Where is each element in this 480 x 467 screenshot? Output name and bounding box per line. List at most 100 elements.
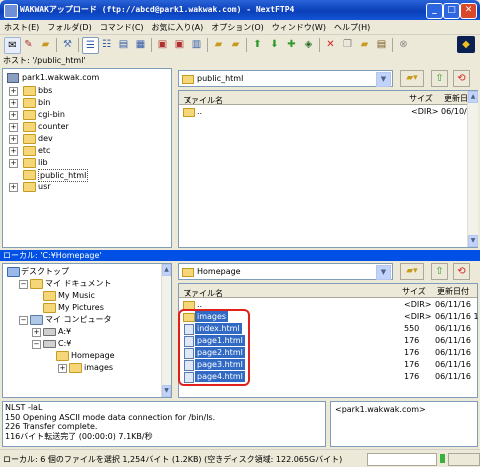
host-path-combo[interactable]: public_html ▼ (178, 70, 393, 87)
tree-item-counter[interactable]: + counter (7, 121, 157, 132)
menu-command[interactable]: コマンド(C) (96, 20, 148, 33)
up-arrow-icon[interactable]: ⬆ (250, 37, 265, 52)
column-date[interactable]: 更新日付 (437, 286, 469, 297)
folder-menu-button[interactable]: ▰▾ (400, 70, 424, 87)
settings-icon[interactable]: ⚒ (60, 37, 75, 52)
scrollbar[interactable]: ▲ ▼ (467, 91, 478, 247)
tree-item-dev[interactable]: + dev (7, 133, 157, 144)
folder-icon (43, 291, 56, 301)
tree-item-label: Homepage (71, 351, 115, 360)
sort-icon[interactable]: ▰ (211, 37, 226, 52)
expand-icon[interactable]: + (32, 328, 41, 337)
tree-item-A:¥[interactable]: + A:¥ (3, 326, 159, 337)
tree-item-images[interactable]: + images (3, 362, 159, 373)
file-size: <DIR> (411, 107, 439, 116)
tree-item-My Music[interactable]: My Music (3, 290, 159, 301)
tree-root-host[interactable]: park1.wakwak.com (7, 72, 99, 83)
expand-icon[interactable]: − (19, 280, 28, 289)
menu-options[interactable]: オプション(O) (207, 20, 268, 33)
scroll-up-icon[interactable]: ▲ (468, 91, 478, 103)
tree-item-etc[interactable]: + etc (7, 145, 157, 156)
download-icon[interactable]: ▣ (172, 37, 187, 52)
expand-icon[interactable]: + (9, 183, 18, 192)
view-icon[interactable]: ▤ (116, 37, 131, 52)
progress-field (367, 453, 437, 466)
close-button[interactable]: ✕ (460, 3, 477, 19)
file-size: 176 (404, 372, 420, 381)
connect-icon[interactable]: ✉ (4, 37, 21, 54)
refresh-icon[interactable]: ▥ (189, 37, 204, 52)
file-size: <DIR> (404, 300, 432, 309)
expand-icon[interactable]: − (32, 340, 41, 349)
file-row[interactable]: .. <DIR> 06/10/0 (179, 106, 472, 118)
expand-icon[interactable]: + (9, 147, 18, 156)
local-path-combo[interactable]: Homepage ▼ (178, 263, 393, 280)
list-icon[interactable]: ☰ (82, 37, 99, 54)
down-arrow-icon[interactable]: ⬇ (267, 37, 282, 52)
tree-item-bin[interactable]: + bin (7, 97, 157, 108)
sync-icon[interactable]: ◈ (301, 37, 316, 52)
reload-button[interactable]: ⟲ (453, 70, 470, 87)
rename-icon[interactable]: ▤ (374, 37, 389, 52)
column-size[interactable]: サイズ (409, 93, 433, 104)
chevron-down-icon[interactable]: ▼ (376, 72, 391, 87)
menu-host[interactable]: ホスト(E) (0, 20, 43, 33)
open-folder-icon[interactable]: ▰ (38, 37, 53, 52)
folder-menu-button[interactable]: ▰▾ (400, 263, 424, 280)
folder-icon (23, 86, 36, 96)
menu-window[interactable]: ウィンドウ(W) (268, 20, 330, 33)
tree-item-label: C:¥ (58, 339, 72, 348)
scroll-down-icon[interactable]: ▼ (468, 235, 478, 247)
up-folder-button[interactable]: ⇧ (431, 263, 448, 280)
add-icon[interactable]: ✚ (284, 37, 299, 52)
tree-item-label: My Music (58, 291, 95, 300)
upload-icon[interactable]: ▣ (155, 37, 170, 52)
menu-folder[interactable]: フォルダ(D) (43, 20, 95, 33)
expand-icon[interactable]: + (58, 364, 67, 373)
tree-item-C:¥[interactable]: − C:¥ (3, 338, 159, 349)
chevron-down-icon[interactable]: ▼ (376, 265, 391, 280)
maximize-button[interactable]: □ (443, 3, 460, 19)
stop-icon[interactable]: ⊗ (396, 37, 411, 52)
host-info-text: <park1.wakwak.com> (335, 405, 426, 414)
grid-icon[interactable]: ▦ (133, 37, 148, 52)
tree-item-My Pictures[interactable]: My Pictures (3, 302, 159, 313)
tree-item-lib[interactable]: + lib (7, 157, 157, 168)
status-bar: ローカル: 6 個のファイルを選択 1,254バイト (1.2KB) (空きディ… (0, 449, 480, 467)
tree-item-マイ コンピュータ[interactable]: − マイ コンピュータ (3, 314, 159, 325)
menu-bar: ホスト(E) フォルダ(D) コマンド(C) お気に入り(A) オプション(O) ウィンド… (0, 20, 480, 35)
column-size[interactable]: サイズ (402, 286, 426, 297)
tree-item-bbs[interactable]: + bbs (7, 85, 157, 96)
tree-item-label: bbs (38, 86, 53, 95)
folder-icon (23, 122, 36, 132)
minimize-button[interactable]: _ (426, 3, 443, 19)
expand-icon[interactable]: + (9, 111, 18, 120)
expand-icon[interactable]: + (9, 99, 18, 108)
scroll-down-icon[interactable]: ▼ (162, 385, 171, 397)
scroll-up-icon[interactable]: ▲ (162, 264, 171, 276)
delete-icon[interactable]: ✕ (323, 37, 338, 52)
expand-icon[interactable]: + (9, 87, 18, 96)
title-bar[interactable]: WAKWAKアップロード (ftp://abcd@park1.wakwak.co… (0, 0, 480, 20)
tree-item-cgi-bin[interactable]: + cgi-bin (7, 109, 157, 120)
up-folder-button[interactable]: ⇧ (431, 70, 448, 87)
edit-icon[interactable]: ✎ (21, 37, 36, 52)
tree-item-usr[interactable]: + usr (7, 181, 157, 192)
tree-item-public_html[interactable]: public_html (7, 169, 157, 182)
tree-item-デスクトップ[interactable]: デスクトップ (3, 266, 159, 277)
menu-favorites[interactable]: お気に入り(A) (148, 20, 208, 33)
new-folder-icon[interactable]: ▰ (357, 37, 372, 52)
folder-icon[interactable]: ▰ (228, 37, 243, 52)
expand-icon[interactable]: + (9, 135, 18, 144)
tree-item-マイ ドキュメント[interactable]: − マイ ドキュメント (3, 278, 159, 289)
menu-help[interactable]: ヘルプ(H) (330, 20, 374, 33)
scrollbar[interactable]: ▲ ▼ (161, 264, 171, 397)
expand-icon[interactable]: − (19, 316, 28, 325)
expand-icon[interactable]: + (9, 123, 18, 132)
tree-item-Homepage[interactable]: Homepage (3, 350, 159, 361)
reload-button[interactable]: ⟲ (453, 263, 470, 280)
copy-icon[interactable]: ❐ (340, 37, 355, 52)
detail-icon[interactable]: ☷ (99, 37, 114, 52)
logo-icon: ◆ (457, 36, 475, 53)
expand-icon[interactable]: + (9, 159, 18, 168)
